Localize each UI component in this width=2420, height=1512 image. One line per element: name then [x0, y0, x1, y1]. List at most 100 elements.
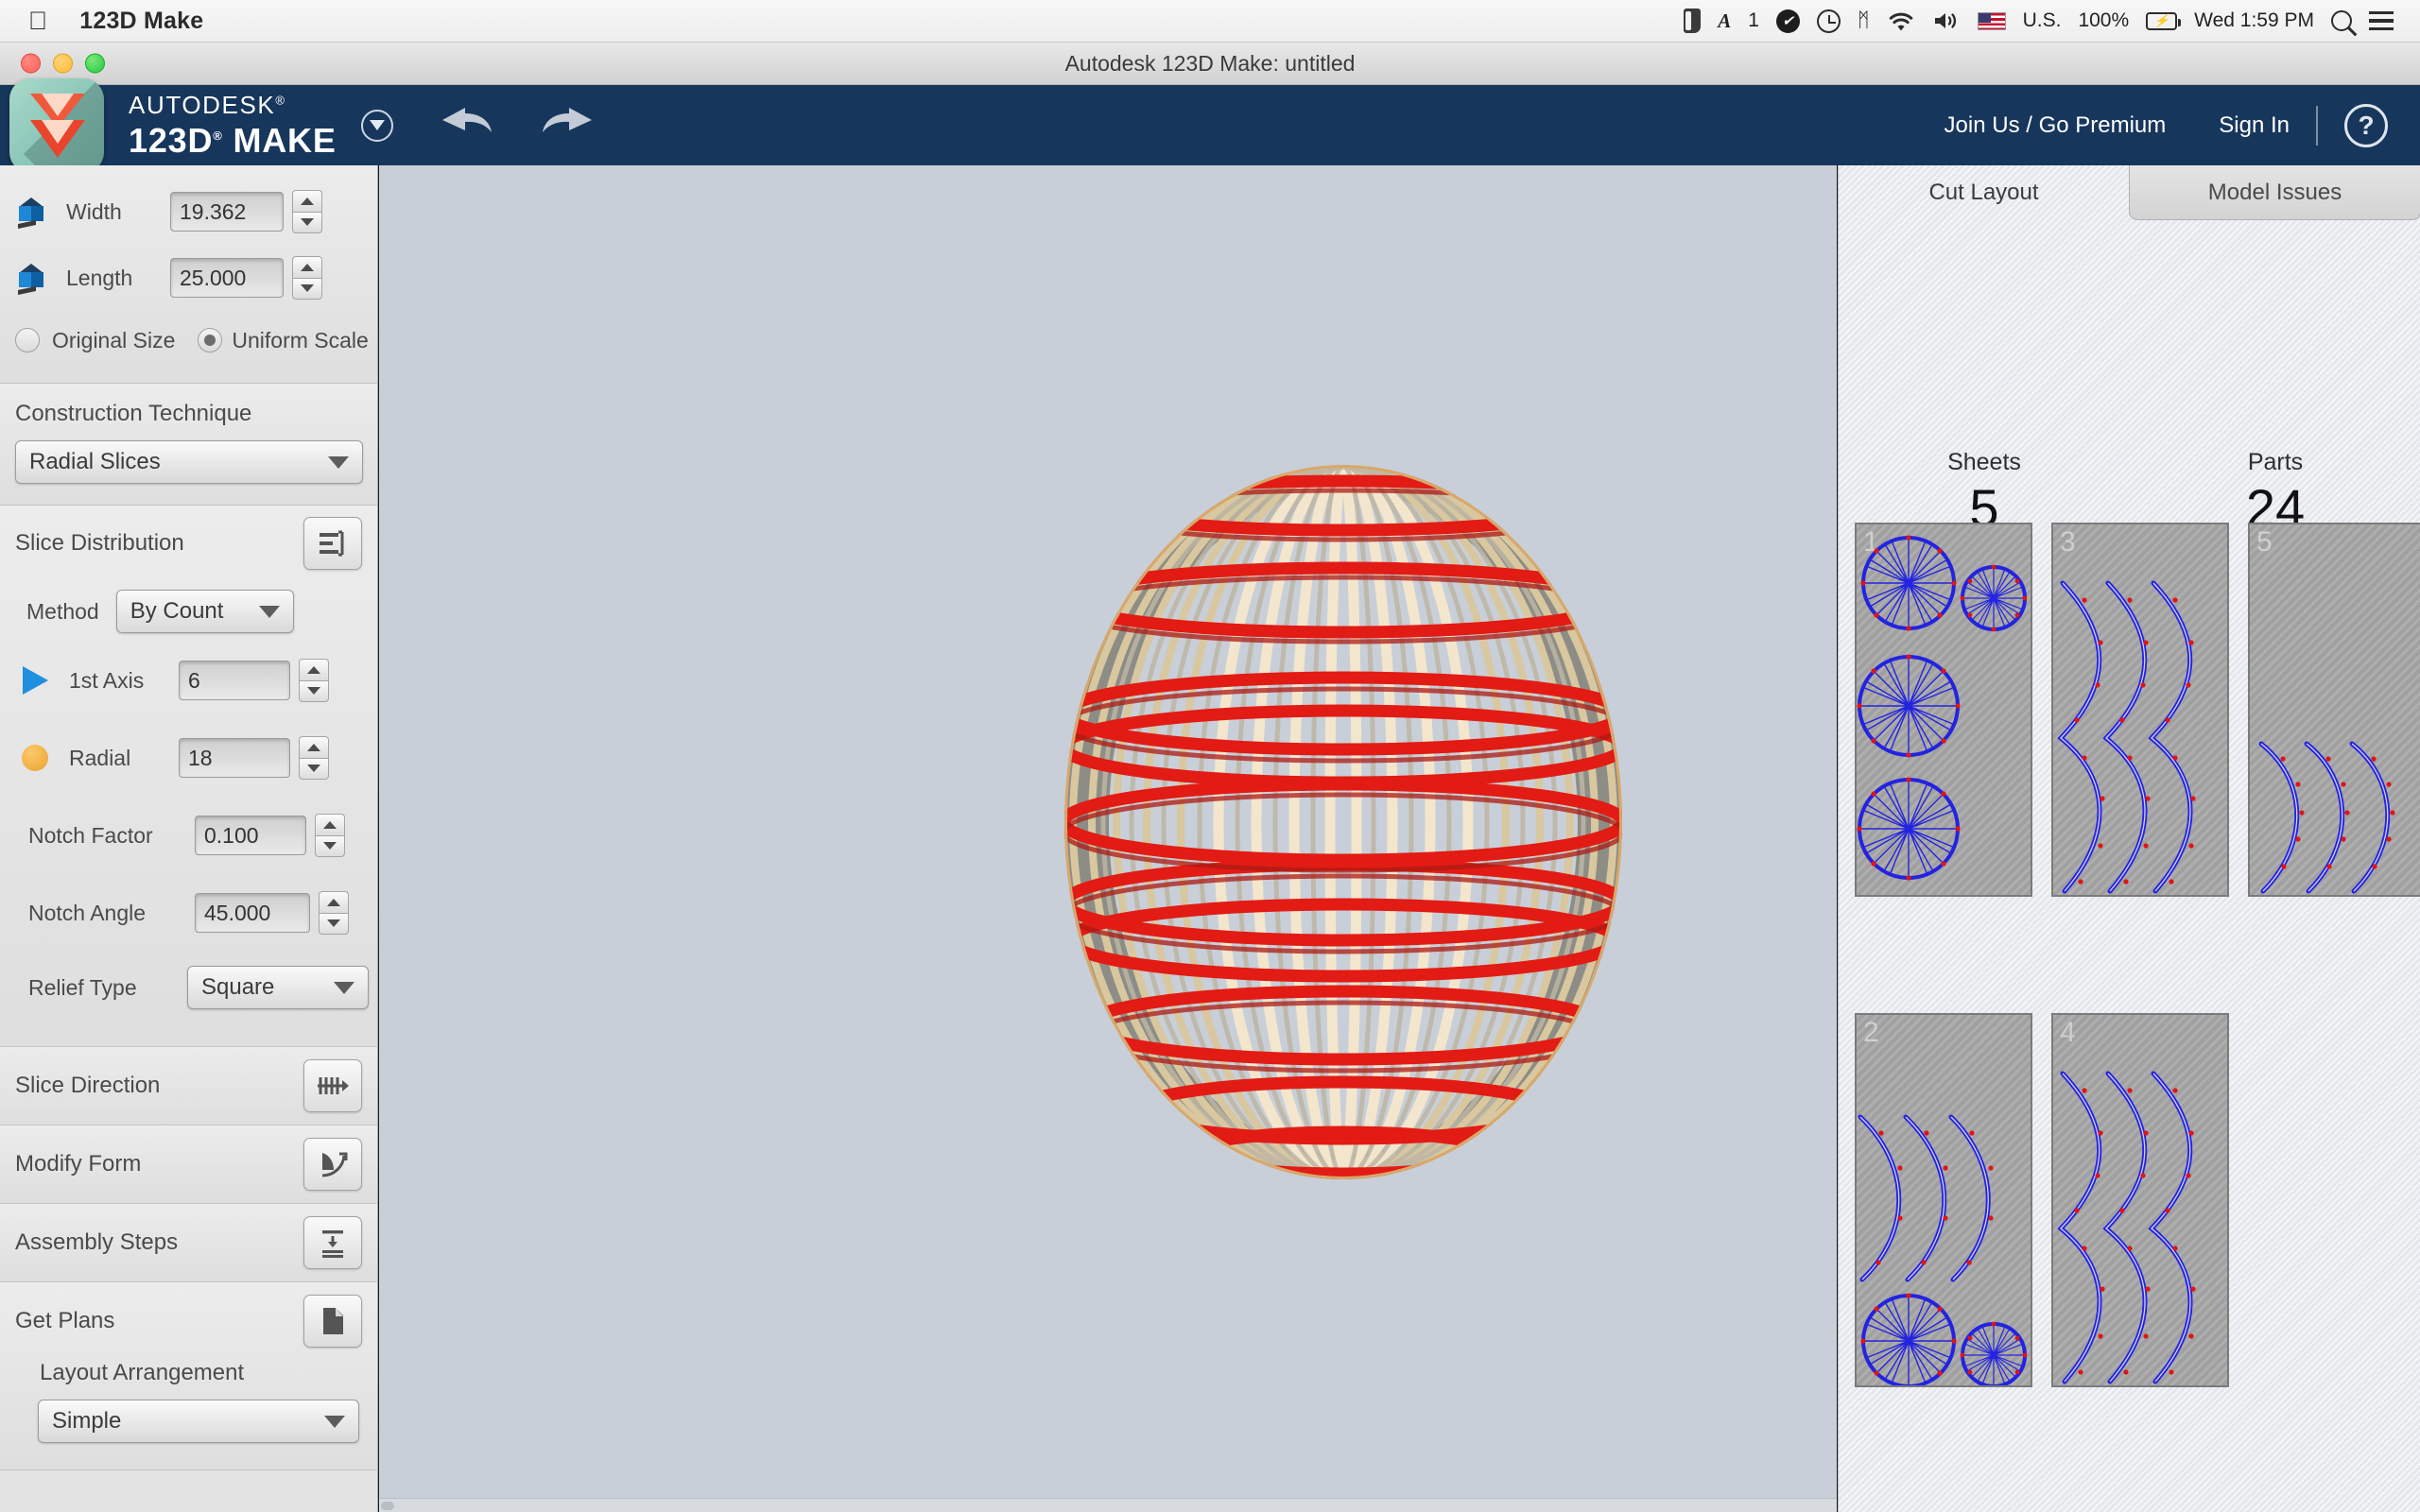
get-plans-header[interactable]: Get Plans — [0, 1282, 377, 1360]
menu-bar-status-area: A 1 ✔ ᛗ U.S. 100% ⚡ Wed 1:59 PM — [1684, 9, 2394, 33]
time-machine-icon[interactable] — [1816, 9, 1841, 33]
check-badge-icon[interactable]: ✔ — [1775, 9, 1800, 33]
construction-technique-section: Construction Technique Radial Slices — [0, 384, 377, 506]
chevron-down-icon — [328, 455, 349, 469]
brand-line2: 123D — [129, 121, 214, 160]
viewport-horizontal-scrollbar[interactable] — [379, 1498, 1837, 1512]
first-axis-input[interactable]: 6 — [179, 661, 290, 700]
volume-icon[interactable] — [1932, 9, 1961, 32]
notch-angle-label: Notch Angle — [28, 900, 147, 925]
sidebar-item-get-plans[interactable]: Get Plans Layout Arrangement Simple — [0, 1282, 377, 1470]
notch-factor-stepper-down[interactable] — [315, 834, 345, 857]
apple-menu-icon[interactable]:  — [28, 8, 47, 34]
redo-arrow-icon[interactable] — [539, 104, 597, 147]
evernote-icon[interactable] — [1684, 9, 1702, 33]
relief-type-value: Square — [201, 974, 275, 1000]
notch-factor-input[interactable]: 0.100 — [195, 816, 306, 855]
sidebar-item-assembly-steps[interactable]: Assembly Steps — [0, 1204, 377, 1282]
sheet-thumbnail[interactable]: 2 — [1855, 1013, 2032, 1387]
3d-viewport[interactable]: BOTTOM — [379, 165, 1837, 1512]
spotlight-search-icon[interactable] — [2331, 10, 2352, 31]
sheet-thumbnail[interactable]: 5 — [2248, 523, 2420, 897]
radial-stepper-down[interactable] — [299, 757, 329, 780]
slice-direction-header[interactable]: Slice Direction — [0, 1047, 377, 1125]
construction-technique-select[interactable]: Radial Slices — [15, 440, 363, 484]
get-plans-icon[interactable] — [303, 1295, 362, 1348]
length-stepper[interactable] — [292, 256, 322, 300]
radial-stepper-up[interactable] — [299, 736, 329, 758]
notch-angle-stepper-up[interactable] — [319, 891, 349, 913]
us-flag-icon[interactable] — [1977, 11, 2006, 30]
width-input[interactable]: 19.362 — [170, 192, 284, 232]
help-icon[interactable]: ? — [2344, 103, 2388, 147]
orange-circle-icon — [22, 745, 48, 771]
brand-line1: AUTODESK — [129, 91, 276, 119]
uniform-scale-radio[interactable] — [198, 328, 223, 352]
notch-angle-stepper-down[interactable] — [319, 912, 349, 935]
first-axis-stepper-down[interactable] — [299, 679, 329, 702]
sidebar-item-modify-form[interactable]: Modify Form — [0, 1125, 377, 1204]
active-app-name[interactable]: 123D Make — [79, 8, 203, 35]
sliced-sphere-model[interactable] — [1060, 458, 1627, 1186]
width-stepper-down[interactable] — [292, 211, 322, 233]
parts-caption: Parts — [2247, 449, 2304, 475]
wifi-icon[interactable] — [1887, 10, 1915, 32]
tab-model-issues[interactable]: Model Issues — [2129, 165, 2420, 220]
tab-cut-layout[interactable]: Cut Layout — [1839, 165, 2129, 220]
bluetooth-icon[interactable]: ᛗ — [1858, 9, 1870, 32]
length-stepper-up[interactable] — [292, 256, 322, 278]
slice-distribution-icon[interactable] — [303, 517, 362, 570]
notch-angle-stepper[interactable] — [319, 891, 349, 935]
undo-arrow-icon[interactable] — [437, 104, 495, 147]
input-source-label[interactable]: U.S. — [2023, 9, 2062, 32]
assembly-steps-icon[interactable] — [303, 1216, 362, 1269]
slice-direction-icon[interactable] — [303, 1059, 362, 1112]
radial-row: Radial 18 — [0, 719, 377, 797]
sign-in-link[interactable]: Sign In — [2219, 112, 2290, 139]
a-letter-icon[interactable]: A — [1718, 9, 1731, 33]
method-select[interactable]: By Count — [115, 590, 294, 633]
method-label: Method — [26, 598, 99, 624]
radial-input[interactable]: 18 — [179, 738, 290, 778]
relief-type-row: Relief Type Square — [0, 952, 377, 1023]
window-controls — [21, 53, 105, 74]
length-input[interactable]: 25.000 — [170, 258, 284, 298]
length-stepper-down[interactable] — [292, 277, 322, 300]
notification-count: 1 — [1748, 9, 1759, 31]
notification-center-icon[interactable] — [2369, 11, 2394, 30]
uniform-scale-label: Uniform Scale — [232, 327, 369, 352]
method-row: Method By Count — [0, 581, 377, 642]
scrollbar-thumb[interactable] — [381, 1502, 394, 1510]
sidebar-item-slice-direction[interactable]: Slice Direction — [0, 1047, 377, 1125]
modify-form-icon[interactable] — [303, 1138, 362, 1191]
first-axis-stepper-up[interactable] — [299, 659, 329, 680]
radial-stepper[interactable] — [299, 736, 329, 780]
sheet-thumbnail[interactable]: 3 — [2051, 523, 2229, 897]
get-plans-label: Get Plans — [15, 1308, 115, 1333]
original-size-radio[interactable] — [15, 328, 40, 352]
battery-percent-label: 100% — [2078, 9, 2130, 31]
sheet-thumbnail[interactable]: 1 — [1855, 523, 2032, 897]
notch-factor-stepper-up[interactable] — [315, 814, 345, 835]
close-button[interactable] — [21, 53, 41, 74]
left-tool-panel: Width 19.362 Length 25.000 Original Size… — [0, 165, 378, 1512]
notch-factor-stepper[interactable] — [315, 814, 345, 857]
construction-technique-label: Construction Technique — [15, 401, 252, 426]
width-cube-icon — [15, 196, 47, 230]
notch-angle-input[interactable]: 45.000 — [195, 893, 310, 933]
modify-form-header[interactable]: Modify Form — [0, 1125, 377, 1203]
assembly-steps-header[interactable]: Assembly Steps — [0, 1204, 377, 1281]
zoom-button[interactable] — [85, 53, 105, 74]
layout-arrangement-select[interactable]: Simple — [38, 1400, 359, 1443]
relief-type-select[interactable]: Square — [187, 966, 369, 1009]
radial-label: Radial — [69, 745, 131, 770]
first-axis-stepper[interactable] — [299, 659, 329, 702]
join-us-link[interactable]: Join Us / Go Premium — [1945, 112, 2167, 139]
clock-label[interactable]: Wed 1:59 PM — [2194, 9, 2314, 32]
minimize-button[interactable] — [53, 53, 73, 74]
width-stepper[interactable] — [292, 190, 322, 233]
chevron-down-icon[interactable] — [360, 109, 393, 142]
sheet-thumbnail[interactable]: 4 — [2051, 1013, 2229, 1387]
width-stepper-up[interactable] — [292, 190, 322, 212]
battery-icon[interactable]: ⚡ — [2146, 11, 2182, 30]
